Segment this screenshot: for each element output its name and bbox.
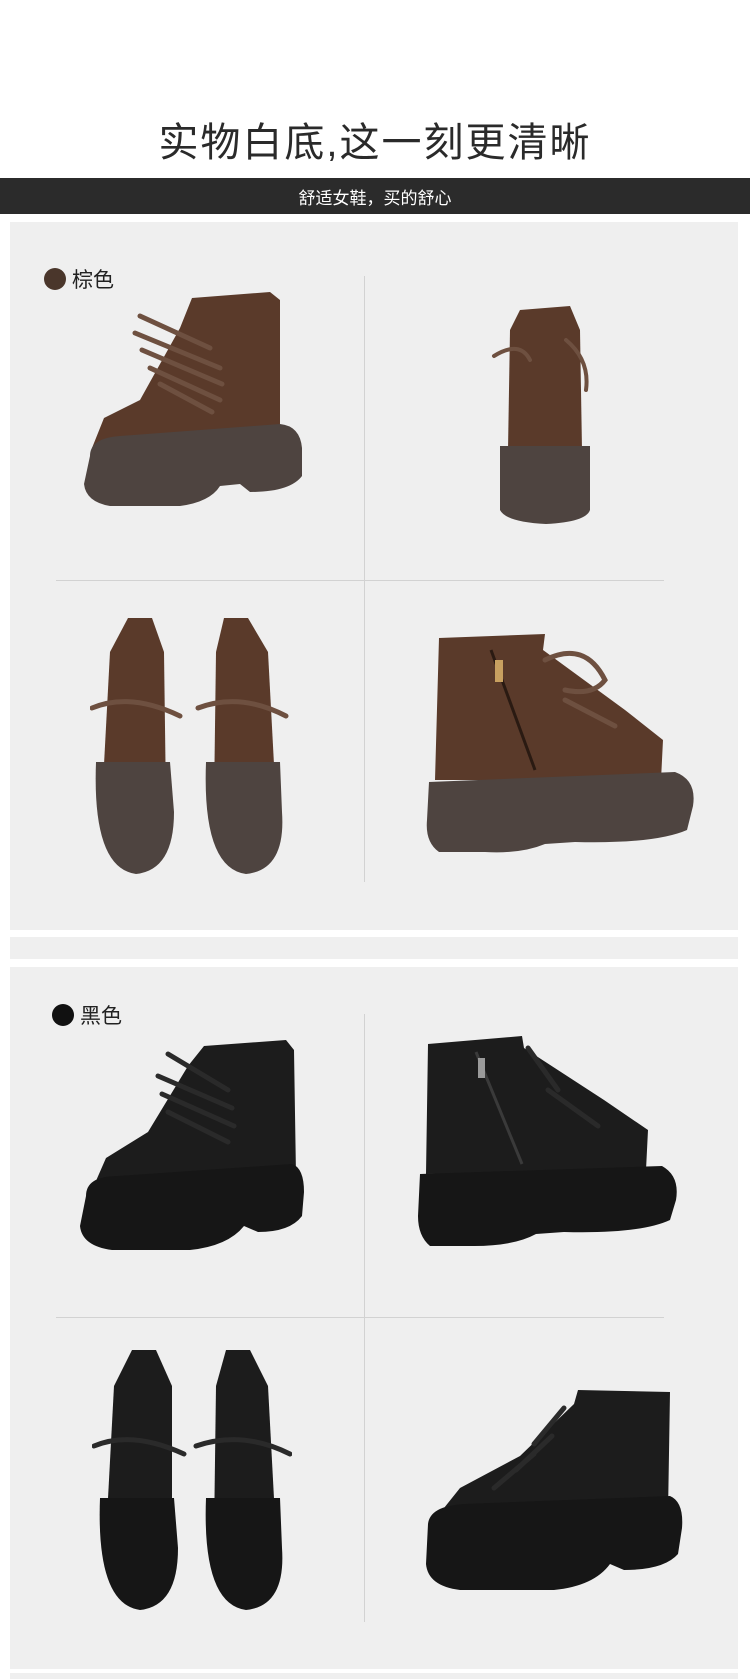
grid-divider-horizontal xyxy=(56,1317,664,1318)
brown-boot-pair-front-view-image xyxy=(90,612,290,880)
promo-banner-text: 舒适女鞋，买的舒心 xyxy=(298,188,452,208)
grid-divider-vertical xyxy=(364,1014,365,1622)
brown-boot-zipper-side-view-image xyxy=(425,630,695,860)
section-separator xyxy=(10,937,738,959)
color-dot-icon xyxy=(44,268,66,290)
black-boot-zipper-side-view-image xyxy=(418,1030,678,1260)
promo-banner: 舒适女鞋，买的舒心 xyxy=(0,178,750,214)
grid-divider-horizontal xyxy=(56,580,664,581)
page-headline: 实物白底,这一刻更清晰 xyxy=(158,121,592,165)
bottom-separator xyxy=(10,1673,738,1679)
brown-boot-back-view-image xyxy=(490,300,600,530)
grid-divider-vertical xyxy=(364,276,365,882)
brown-boot-side-view-image xyxy=(80,288,310,538)
color-label-text: 黑色 xyxy=(80,1005,122,1028)
color-dot-icon xyxy=(52,1004,74,1026)
black-boot-pair-front-view-image xyxy=(92,1346,292,1616)
black-boot-front-three-quarter-view-image xyxy=(424,1384,686,1610)
black-boot-side-view-image xyxy=(78,1036,308,1276)
color-label-black: 黑色 xyxy=(52,1000,122,1030)
